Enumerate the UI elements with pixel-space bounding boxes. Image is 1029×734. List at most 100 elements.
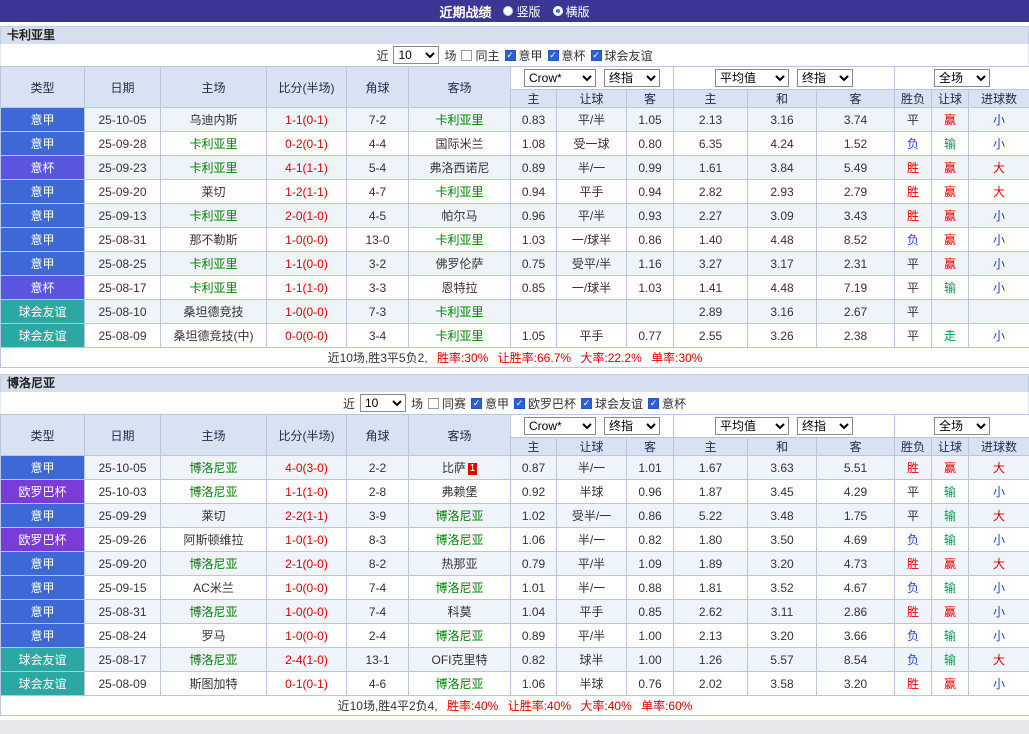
home-team-link[interactable]: 那不勒斯 xyxy=(189,233,237,247)
score-link[interactable]: 2-0(1-0) xyxy=(267,204,347,228)
score-link[interactable]: 4-0(3-0) xyxy=(267,456,347,480)
league-filter-coppa[interactable]: 意杯 xyxy=(648,395,686,412)
away-team-link[interactable]: 卡利亚里 xyxy=(435,305,483,319)
away-team-link[interactable]: 博洛尼亚 xyxy=(435,509,483,523)
score-link[interactable]: 1-1(0-0) xyxy=(267,252,347,276)
league-filter-serie-a[interactable]: 意甲 xyxy=(505,47,543,64)
away-team-link[interactable]: 博洛尼亚 xyxy=(435,533,483,547)
score-link[interactable]: 2-4(1-0) xyxy=(267,648,347,672)
match-row: 意甲 25-09-29 莱切 2-2(1-1) 3-9 博洛尼亚 1.02 受半… xyxy=(1,504,1029,528)
away-team-link[interactable]: 博洛尼亚 xyxy=(435,629,483,643)
score-link[interactable]: 1-1(1-0) xyxy=(267,480,347,504)
home-team-link[interactable]: 莱切 xyxy=(201,185,225,199)
same-competition-checkbox[interactable]: 同赛 xyxy=(428,395,466,412)
match-row: 意甲 25-10-05 博洛尼亚 4-0(3-0) 2-2 比萨1 0.87 半… xyxy=(1,456,1029,480)
home-team-link[interactable]: 博洛尼亚 xyxy=(189,557,237,571)
away-team-link[interactable]: 卡利亚里 xyxy=(435,113,483,127)
away-team-link[interactable]: 弗洛西诺尼 xyxy=(429,161,489,175)
score-link[interactable]: 1-0(0-0) xyxy=(267,576,347,600)
same-venue-checkbox[interactable]: 同主 xyxy=(461,47,499,64)
away-team-link[interactable]: 弗赖堡 xyxy=(441,485,477,499)
match-scope-select[interactable]: 全场 xyxy=(934,417,990,435)
home-team-link[interactable]: 卡利亚里 xyxy=(189,161,237,175)
match-scope-select[interactable]: 全场 xyxy=(934,69,990,87)
score-link[interactable]: 4-1(1-1) xyxy=(267,156,347,180)
score-link[interactable]: 1-1(0-1) xyxy=(267,108,347,132)
away-team-link[interactable]: 博洛尼亚 xyxy=(435,677,483,691)
away-team-link[interactable]: 卡利亚里 xyxy=(435,329,483,343)
handicap-stage-select[interactable]: 终指 xyxy=(604,417,660,435)
league-badge: 意甲 xyxy=(1,504,85,528)
layout-radio-vertical[interactable]: 竖版 xyxy=(503,3,540,20)
score-link[interactable]: 1-2(1-1) xyxy=(267,180,347,204)
away-team-link[interactable]: 佛罗伦萨 xyxy=(435,257,483,271)
home-team-link[interactable]: 阿斯顿维拉 xyxy=(183,533,243,547)
score-link[interactable]: 1-0(0-0) xyxy=(267,228,347,252)
league-badge: 球会友谊 xyxy=(1,648,85,672)
home-team-link[interactable]: 博洛尼亚 xyxy=(189,461,237,475)
away-team-link[interactable]: 恩特拉 xyxy=(441,281,477,295)
away-team-link[interactable]: 帕尔马 xyxy=(441,209,477,223)
average-odds-select[interactable]: 平均值 xyxy=(715,69,789,87)
away-team-link[interactable]: 科莫 xyxy=(447,605,471,619)
score-link[interactable]: 1-0(1-0) xyxy=(267,528,347,552)
home-team-link[interactable]: 罗马 xyxy=(201,629,225,643)
home-team-link[interactable]: 卡利亚里 xyxy=(189,137,237,151)
layout-radio-horizontal[interactable]: 横版 xyxy=(553,3,590,20)
home-team-link[interactable]: 桑坦德竞技 xyxy=(183,305,243,319)
home-team-link[interactable]: 卡利亚里 xyxy=(189,257,237,271)
summary-row: 近10场,胜3平5负2, 胜率:30% 让胜率:66.7% 大率:22.2% 单… xyxy=(1,348,1029,368)
home-team-link[interactable]: 博洛尼亚 xyxy=(189,485,237,499)
matches-tbody: 意甲 25-10-05 乌迪内斯 1-1(0-1) 7-2 卡利亚里 0.83 … xyxy=(1,108,1029,348)
home-team-link[interactable]: 桑坦德竞技(中) xyxy=(174,329,254,343)
away-team-link[interactable]: OFI克里特 xyxy=(432,653,488,667)
home-team-link[interactable]: AC米兰 xyxy=(193,581,234,595)
home-team-link[interactable]: 博洛尼亚 xyxy=(189,653,237,667)
corners-value: 2-2 xyxy=(347,456,409,480)
handicap-result-cell: 输 xyxy=(932,276,969,300)
home-team-link[interactable]: 斯图加特 xyxy=(189,677,237,691)
home-team-link[interactable]: 卡利亚里 xyxy=(189,281,237,295)
bookmaker-select[interactable]: Crow* xyxy=(524,69,596,87)
score-link[interactable]: 2-1(0-0) xyxy=(267,552,347,576)
score-link[interactable]: 2-2(1-1) xyxy=(267,504,347,528)
away-team-link[interactable]: 比萨 xyxy=(442,461,466,475)
league-filter-friendly[interactable]: 球会友谊 xyxy=(581,395,643,412)
home-team-link[interactable]: 卡利亚里 xyxy=(189,209,237,223)
score-link[interactable]: 1-0(0-0) xyxy=(267,300,347,324)
col-header-result: 胜负 xyxy=(895,90,932,108)
match-count-select[interactable]: 10 xyxy=(393,46,439,64)
home-team-link[interactable]: 博洛尼亚 xyxy=(189,605,237,619)
euro-draw-odds: 3.26 xyxy=(748,324,817,348)
score-link[interactable]: 1-0(0-0) xyxy=(267,600,347,624)
score-link[interactable]: 0-1(0-1) xyxy=(267,672,347,696)
euro-stage-select[interactable]: 终指 xyxy=(797,69,853,87)
bookmaker-select[interactable]: Crow* xyxy=(524,417,596,435)
league-filter-europa[interactable]: 欧罗巴杯 xyxy=(514,395,576,412)
handicap-line: 一/球半 xyxy=(557,276,627,300)
away-team-link[interactable]: 卡利亚里 xyxy=(435,233,483,247)
average-odds-select[interactable]: 平均值 xyxy=(715,417,789,435)
league-filter-serie-a[interactable]: 意甲 xyxy=(471,395,509,412)
away-team-link[interactable]: 博洛尼亚 xyxy=(435,581,483,595)
home-team-link[interactable]: 莱切 xyxy=(201,509,225,523)
handicap-stage-select[interactable]: 终指 xyxy=(604,69,660,87)
euro-stage-select[interactable]: 终指 xyxy=(797,417,853,435)
away-team-link[interactable]: 热那亚 xyxy=(441,557,477,571)
home-team-link[interactable]: 乌迪内斯 xyxy=(189,113,237,127)
score-link[interactable]: 1-1(1-0) xyxy=(267,276,347,300)
handicap-home-odds: 1.01 xyxy=(511,576,557,600)
euro-draw-odds: 3.16 xyxy=(748,300,817,324)
away-team-link[interactable]: 国际米兰 xyxy=(435,137,483,151)
match-row: 意甲 25-08-31 那不勒斯 1-0(0-0) 13-0 卡利亚里 1.03… xyxy=(1,228,1029,252)
score-link[interactable]: 0-2(0-1) xyxy=(267,132,347,156)
away-team-link[interactable]: 卡利亚里 xyxy=(435,185,483,199)
home-team-cell: 卡利亚里 xyxy=(161,132,267,156)
league-filter-friendly[interactable]: 球会友谊 xyxy=(591,47,653,64)
score-link[interactable]: 0-0(0-0) xyxy=(267,324,347,348)
score-link[interactable]: 1-0(0-0) xyxy=(267,624,347,648)
league-filter-coppa[interactable]: 意杯 xyxy=(548,47,586,64)
handicap-line: 受平/半 xyxy=(557,252,627,276)
euro-away-odds: 3.74 xyxy=(817,108,895,132)
match-count-select[interactable]: 10 xyxy=(360,394,406,412)
